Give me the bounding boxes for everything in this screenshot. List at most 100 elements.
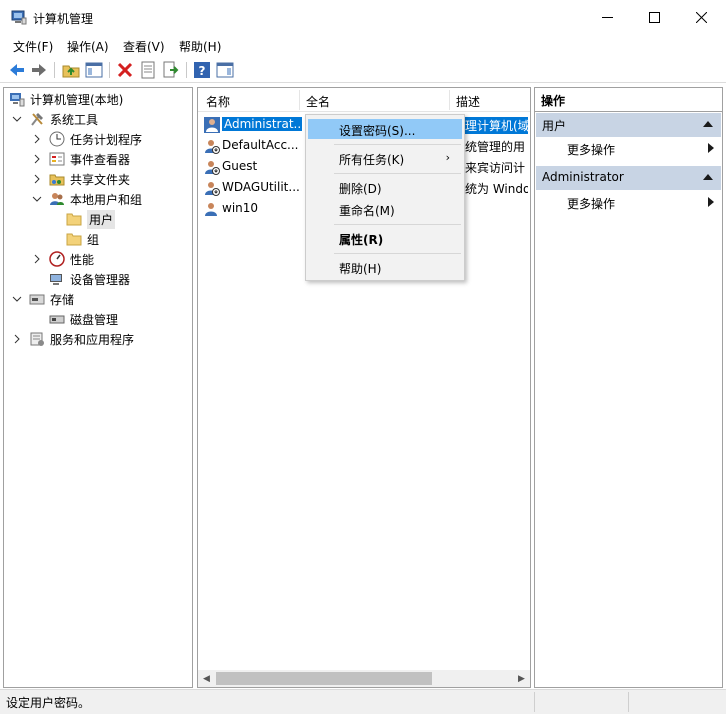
tree-item-storage[interactable]: 存储	[12, 289, 74, 309]
export-list-icon[interactable]	[162, 61, 180, 79]
tree-label: 事件查看器	[70, 152, 131, 167]
scroll-thumb[interactable]	[216, 672, 432, 685]
collapse-icon[interactable]	[703, 121, 713, 127]
actions-section-users[interactable]: 用户	[536, 113, 721, 137]
clock-icon	[49, 131, 65, 147]
user-description: 统管理的用	[465, 140, 526, 154]
tree-label: 任务计划程序	[70, 132, 143, 147]
collapse-icon[interactable]	[703, 174, 713, 180]
tree-item-event-viewer[interactable]: 事件查看器	[32, 149, 130, 169]
context-menu: 设置密码(S)... 所有任务(K) › 删除(D) 重命名(M) 属性(R) …	[305, 114, 465, 281]
tree-item-computer-management[interactable]: 计算机管理(本地)	[9, 89, 123, 109]
menu-help[interactable]: 帮助(H)	[179, 38, 221, 55]
computer-management-icon	[10, 93, 25, 107]
delete-icon[interactable]	[116, 61, 134, 79]
menu-file[interactable]: 文件(F)	[13, 38, 53, 55]
user-description: 统为 Windo	[465, 182, 528, 196]
ctx-set-password[interactable]: 设置密码(S)...	[308, 119, 462, 139]
tree-item-disk-management[interactable]: 磁盘管理	[49, 309, 118, 329]
title-bar: 计算机管理	[0, 0, 726, 36]
toolbar-separator	[54, 62, 55, 78]
user-icon	[205, 203, 217, 216]
disabled-user-icon	[205, 140, 220, 154]
tree-item-shared-folders[interactable]: 共享文件夹	[32, 169, 130, 189]
user-name: win10	[222, 201, 259, 215]
actions-section-administrator[interactable]: Administrator	[536, 166, 721, 190]
tree-item-system-tools[interactable]: 系统工具	[12, 109, 98, 129]
column-divider[interactable]	[299, 90, 300, 110]
chevron-right-icon[interactable]	[32, 134, 42, 144]
close-button[interactable]	[678, 0, 724, 34]
help-icon[interactable]: ?	[193, 61, 211, 79]
more-actions-administrator[interactable]: 更多操作	[535, 192, 722, 212]
user-icon	[204, 117, 220, 133]
menu-view[interactable]: 查看(V)	[123, 38, 165, 55]
user-description: 理计算机(域	[465, 117, 528, 134]
tree-label: 服务和应用程序	[50, 332, 135, 347]
action-label: 更多操作	[567, 197, 616, 211]
performance-icon	[49, 251, 65, 267]
chevron-down-icon[interactable]	[12, 294, 22, 304]
tree-label: 共享文件夹	[70, 172, 131, 187]
menu-separator	[334, 144, 461, 145]
toolbar: ?	[0, 57, 726, 83]
tree-label: 性能	[70, 252, 95, 267]
column-name[interactable]: 名称	[206, 93, 230, 110]
submenu-arrow-icon	[708, 143, 714, 153]
back-icon[interactable]	[8, 61, 26, 79]
chevron-right-icon[interactable]	[32, 254, 42, 264]
chevron-down-icon[interactable]	[32, 194, 42, 204]
actions-pane: 操作 用户 更多操作 Administrator 更多操作	[534, 87, 723, 688]
scroll-left-icon[interactable]: ◀	[198, 670, 215, 687]
maximize-button[interactable]	[631, 0, 677, 34]
ctx-delete[interactable]: 删除(D)	[308, 177, 462, 197]
properties-icon[interactable]	[139, 61, 157, 79]
show-hide-tree-icon[interactable]	[85, 61, 103, 79]
column-divider[interactable]	[449, 90, 450, 110]
tree-item-device-manager[interactable]: 设备管理器	[49, 269, 130, 289]
scroll-right-icon[interactable]: ▶	[513, 670, 530, 687]
up-folder-icon[interactable]	[62, 61, 80, 79]
svg-text:?: ?	[199, 64, 206, 78]
action-label: 更多操作	[567, 143, 616, 157]
chevron-right-icon: ›	[445, 151, 450, 164]
ctx-properties[interactable]: 属性(R)	[308, 228, 462, 248]
chevron-right-icon[interactable]	[12, 334, 22, 344]
navigation-tree: 计算机管理(本地) 系统工具 任务计划程序 事件查看器 共享文件夹 本地用户和组…	[3, 87, 193, 688]
tree-label: 设备管理器	[70, 272, 131, 287]
user-name: Administrat...	[222, 117, 302, 131]
disabled-user-icon	[205, 182, 220, 196]
ctx-rename[interactable]: 重命名(M)	[308, 199, 462, 219]
tree-item-local-users-groups[interactable]: 本地用户和组	[32, 189, 142, 209]
menu-action[interactable]: 操作(A)	[67, 38, 109, 55]
menu-separator	[334, 173, 461, 174]
services-icon	[30, 332, 44, 346]
close-icon	[695, 11, 707, 23]
folder-icon	[66, 233, 82, 246]
tree-item-performance[interactable]: 性能	[32, 249, 94, 269]
folder-icon	[66, 213, 82, 226]
minimize-button[interactable]	[584, 0, 630, 34]
tree-item-services-apps[interactable]: 服务和应用程序	[12, 329, 134, 349]
action-pane-icon[interactable]	[216, 61, 234, 79]
more-actions-users[interactable]: 更多操作	[535, 138, 722, 158]
ctx-all-tasks[interactable]: 所有任务(K) ›	[308, 148, 462, 168]
status-divider	[534, 692, 535, 712]
chevron-right-icon[interactable]	[32, 154, 42, 164]
chevron-right-icon[interactable]	[32, 174, 42, 184]
storage-icon	[29, 294, 45, 305]
forward-icon[interactable]	[30, 61, 48, 79]
chevron-down-icon[interactable]	[12, 114, 22, 124]
ctx-help[interactable]: 帮助(H)	[308, 257, 462, 277]
column-description[interactable]: 描述	[456, 93, 480, 110]
tree-item-task-scheduler[interactable]: 任务计划程序	[32, 129, 142, 149]
horizontal-scrollbar[interactable]: ◀ ▶	[198, 670, 530, 687]
disabled-user-icon	[205, 161, 220, 175]
tree-item-groups[interactable]: 组	[66, 229, 99, 249]
tree-label: 系统工具	[50, 112, 99, 127]
column-fullname[interactable]: 全名	[306, 93, 330, 110]
actions-title: 操作	[535, 88, 722, 112]
tree-item-users[interactable]: 用户	[66, 209, 116, 229]
status-bar: 设定用户密码。	[0, 689, 726, 714]
user-description: 来宾访问计	[465, 161, 526, 175]
